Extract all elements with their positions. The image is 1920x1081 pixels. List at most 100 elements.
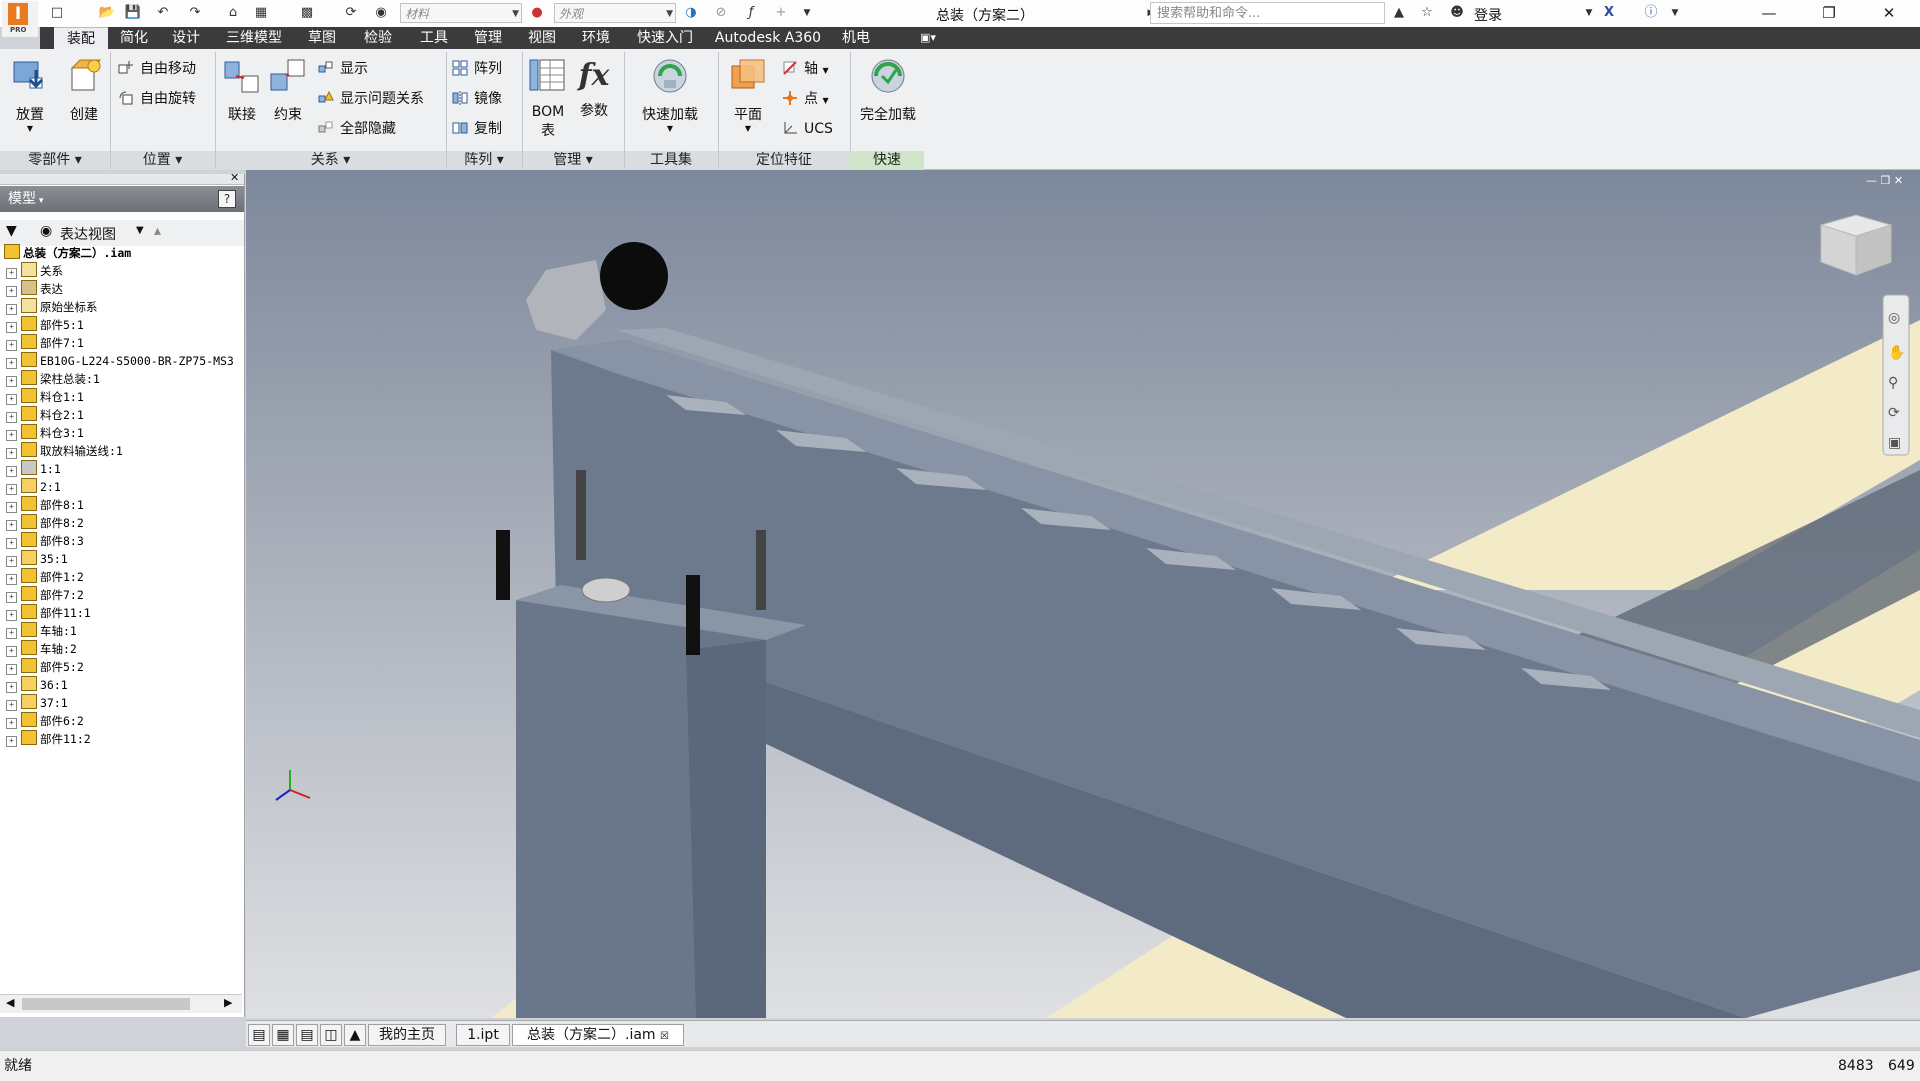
tree-item[interactable]: + 取放料输送线:1: [0, 442, 123, 460]
tree-item[interactable]: + 部件5:2: [0, 658, 84, 676]
tree-item[interactable]: + 料仓2:1: [0, 406, 84, 424]
free-move-button[interactable]: 自由移动: [118, 58, 196, 80]
hide-all-button[interactable]: 全部隐藏: [318, 118, 396, 140]
expand-icon[interactable]: +: [6, 376, 17, 387]
tile-horizontal-icon[interactable]: ▤: [296, 1024, 318, 1046]
expand-icon[interactable]: +: [6, 412, 17, 423]
tab-manage[interactable]: 管理: [466, 27, 510, 49]
tree-item[interactable]: + 车轴:1: [0, 622, 77, 640]
joint-button[interactable]: 联接: [220, 56, 264, 124]
expand-icon[interactable]: +: [6, 448, 17, 459]
ucs-button[interactable]: UCS: [782, 118, 833, 140]
open-file-icon[interactable]: 📂: [98, 4, 116, 22]
expand-icon[interactable]: +: [6, 394, 17, 405]
tree-item[interactable]: + 关系: [0, 262, 63, 280]
pan-icon[interactable]: ✋: [1888, 345, 1905, 361]
pattern-button[interactable]: 阵列: [452, 58, 502, 80]
tree-item[interactable]: + 部件5:1: [0, 316, 84, 334]
browser-help-icon[interactable]: ?: [218, 190, 236, 208]
filter-icon[interactable]: ▼: [6, 223, 17, 239]
redo-icon[interactable]: ↷: [186, 4, 204, 22]
tab-simplify[interactable]: 简化: [112, 27, 156, 49]
close-button[interactable]: ✕: [1860, 0, 1918, 27]
select-filter-icon[interactable]: ▩: [298, 4, 316, 22]
panel-label-relationships[interactable]: 关系 ▾: [215, 151, 446, 169]
add-icon[interactable]: +: [772, 4, 790, 22]
tab-sketch[interactable]: 草图: [300, 27, 344, 49]
sign-in-dropdown-icon[interactable]: ▼: [1580, 4, 1598, 22]
sign-in-link[interactable]: 登录: [1474, 5, 1502, 25]
expand-icon[interactable]: +: [6, 286, 17, 297]
tab-assemble[interactable]: 装配: [54, 27, 108, 50]
quick-load-button[interactable]: 快速加载 ▼: [632, 56, 708, 133]
free-rotate-button[interactable]: 自由旋转: [118, 88, 196, 110]
expand-icon[interactable]: +: [6, 682, 17, 693]
expand-icon[interactable]: +: [6, 718, 17, 729]
tree-item[interactable]: + 部件8:2: [0, 514, 84, 532]
cascade-windows-icon[interactable]: ▤: [248, 1024, 270, 1046]
expand-icon[interactable]: +: [6, 430, 17, 441]
zoom-icon[interactable]: ⚲: [1888, 375, 1898, 391]
show-button[interactable]: 显示: [318, 58, 368, 80]
tile-vertical-icon[interactable]: ◫: [320, 1024, 342, 1046]
tab-electromechanical[interactable]: 机电: [834, 27, 878, 49]
tree-item[interactable]: + 部件8:1: [0, 496, 84, 514]
tab-tools[interactable]: 工具: [412, 27, 456, 49]
full-load-button[interactable]: 完全加载: [852, 56, 924, 124]
new-file-icon[interactable]: □: [48, 4, 66, 22]
tab-design[interactable]: 设计: [164, 27, 208, 49]
graphics-viewport[interactable]: — ❐ ✕ ◎ ✋ ⚲ ⟳ ▣: [246, 170, 1920, 1018]
undo-icon[interactable]: ↶: [154, 4, 172, 22]
tree-item[interactable]: + 料仓3:1: [0, 424, 84, 442]
panel-label-pattern[interactable]: 阵列 ▾: [446, 151, 522, 169]
expand-icon[interactable]: +: [6, 646, 17, 657]
tab-list-icon[interactable]: ▲: [344, 1024, 366, 1046]
expand-icon[interactable]: +: [6, 664, 17, 675]
look-at-icon[interactable]: ▣: [1888, 435, 1901, 451]
appearance-combo[interactable]: 外观 ▼: [554, 3, 676, 23]
tree-item[interactable]: +36:1: [0, 676, 68, 694]
tree-item[interactable]: + 车轴:2: [0, 640, 77, 658]
tree-item[interactable]: + 部件11:2: [0, 730, 91, 748]
app-menu-button[interactable]: I PRO: [2, 1, 38, 37]
exchange-icon[interactable]: X: [1600, 4, 1618, 22]
customize-dropdown-icon[interactable]: ▼: [798, 4, 816, 22]
browser-horizontal-scrollbar[interactable]: ◀ ▶: [0, 994, 242, 1013]
place-button[interactable]: 放置 ▼: [6, 56, 54, 133]
expand-icon[interactable]: +: [6, 700, 17, 711]
expand-icon[interactable]: +: [6, 628, 17, 639]
viewport-window-controls[interactable]: — ❐ ✕: [1866, 174, 1903, 187]
panel-label-manage[interactable]: 管理 ▾: [522, 151, 624, 169]
tab-inspect[interactable]: 检验: [356, 27, 400, 49]
tree-item[interactable]: +37:1: [0, 694, 68, 712]
panel-label-position[interactable]: 位置 ▾: [110, 151, 215, 169]
expand-icon[interactable]: +: [6, 520, 17, 531]
find-icon[interactable]: ▴: [154, 223, 161, 239]
ribbon-display-options-icon[interactable]: ▣▾: [910, 27, 946, 49]
point-button[interactable]: 点 ▼: [782, 88, 829, 110]
expand-icon[interactable]: +: [6, 610, 17, 621]
globe-icon[interactable]: ◉: [372, 4, 390, 22]
tab-autodesk-a360[interactable]: Autodesk A360: [712, 27, 824, 49]
browser-grip[interactable]: [0, 174, 244, 185]
expand-icon[interactable]: +: [6, 592, 17, 603]
tab-environments[interactable]: 环境: [574, 27, 618, 49]
view-dropdown-icon[interactable]: ▼: [136, 225, 144, 236]
minimize-button[interactable]: —: [1740, 0, 1798, 27]
steering-wheel-icon[interactable]: ◎: [1888, 310, 1900, 326]
parameters-button[interactable]: fx 参数: [572, 56, 616, 120]
favorites-star-icon[interactable]: ☆: [1418, 4, 1436, 22]
expand-icon[interactable]: +: [6, 466, 17, 477]
expand-icon[interactable]: +: [6, 322, 17, 333]
tree-item[interactable]: + 部件11:1: [0, 604, 91, 622]
appearance-adjust-icon[interactable]: ◑: [682, 4, 700, 22]
tree-item[interactable]: 总装（方案二）.iam: [0, 244, 131, 262]
help-icon[interactable]: ⓘ: [1642, 4, 1660, 22]
tree-item[interactable]: + 部件7:1: [0, 334, 84, 352]
help-dropdown-icon[interactable]: ▼: [1666, 4, 1684, 22]
tree-item[interactable]: + EB10G-L224-S5000-BR-ZP75-MS3: [0, 352, 234, 370]
tree-item[interactable]: + 部件8:3: [0, 532, 84, 550]
bom-button[interactable]: BOM 表: [526, 56, 570, 140]
tab-3d-model[interactable]: 三维模型: [218, 27, 290, 49]
tree-item[interactable]: +35:1: [0, 550, 68, 568]
